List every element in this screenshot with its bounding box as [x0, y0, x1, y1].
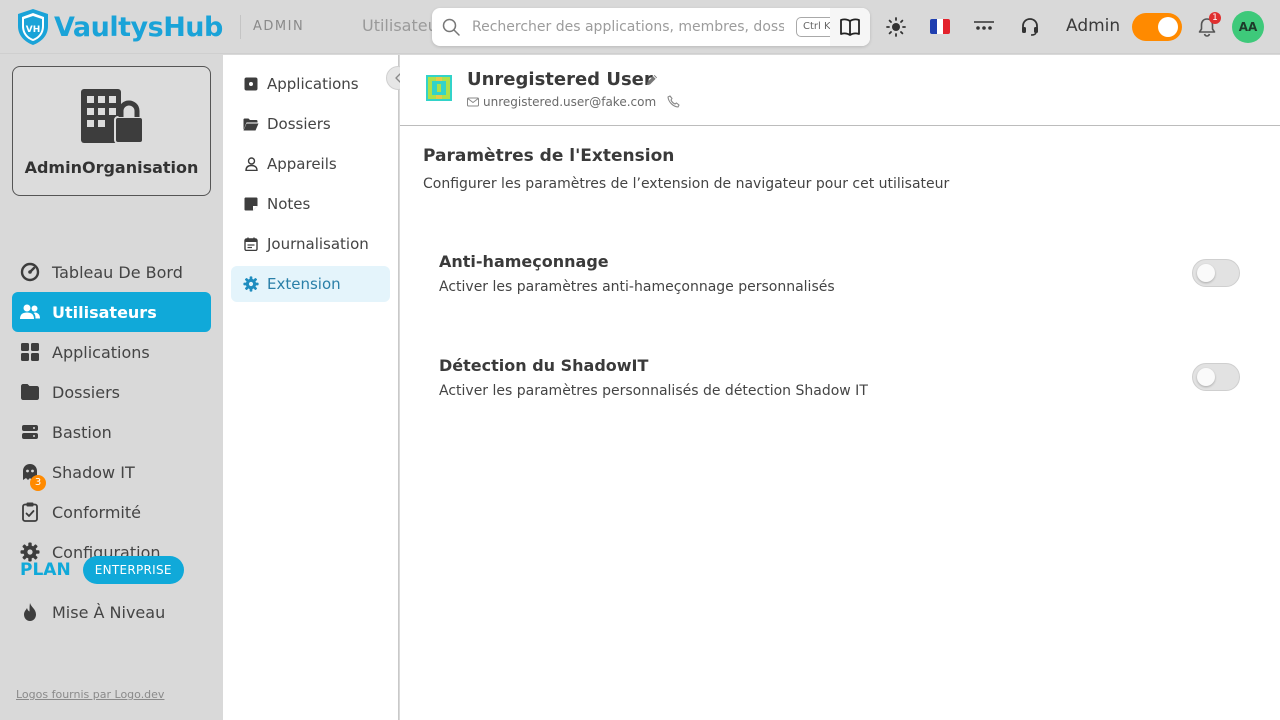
top-header: VH VaultysHub ADMIN Utilisateurs Ctrl K — [0, 0, 1280, 54]
nav-item-dashboard[interactable]: Tableau De Bord — [12, 252, 211, 292]
mail-icon — [467, 97, 479, 107]
nav-label: Dossiers — [52, 382, 120, 402]
grid-icon — [21, 343, 39, 361]
building-lock-icon — [81, 89, 144, 144]
svg-text:VH: VH — [26, 25, 41, 35]
nav-item-bastion[interactable]: Bastion — [12, 412, 211, 452]
nav-item-compliance[interactable]: Conformité — [12, 492, 211, 532]
shadow-it-count-badge: 3 — [30, 475, 46, 491]
subnav-item-extension[interactable]: Extension — [231, 266, 390, 302]
nav-label: Shadow IT — [52, 462, 135, 482]
nav-label: Bastion — [52, 422, 112, 442]
nav-item-upgrade[interactable]: Mise À Niveau — [12, 592, 211, 632]
nav-label: Applications — [52, 342, 150, 362]
setting-title: Anti-hameçonnage — [439, 252, 609, 271]
user-identicon — [426, 75, 452, 101]
setting-shadow-it-detection: Détection du ShadowIT Activer les paramè… — [439, 356, 1240, 408]
nav-item-folders[interactable]: Dossiers — [12, 372, 211, 412]
note-icon — [244, 197, 258, 211]
organization-name: AdminOrganisation — [24, 158, 199, 177]
admin-tag: ADMIN — [253, 19, 305, 34]
shadow-it-detection-toggle[interactable] — [1192, 363, 1240, 391]
book-icon — [840, 18, 860, 36]
shield-logo-icon: VH — [18, 9, 48, 45]
current-role-label: Admin — [1066, 16, 1121, 36]
nav-item-shadow-it[interactable]: Shadow IT 3 — [12, 452, 211, 492]
anti-phishing-toggle[interactable] — [1192, 259, 1240, 287]
logo-credit-link[interactable]: Logos fournis par Logo.dev — [16, 688, 164, 701]
app-square-icon — [244, 77, 258, 91]
folder-icon — [21, 384, 39, 400]
app-logo[interactable]: VH VaultysHub — [16, 8, 223, 46]
gear-icon — [243, 276, 259, 292]
nav-label: Mise À Niveau — [52, 602, 166, 622]
calendar-icon — [244, 237, 258, 251]
subnav-item-folders[interactable]: Dossiers — [231, 106, 390, 142]
nav-label: Conformité — [52, 502, 141, 522]
gauge-icon — [20, 262, 40, 282]
subnav-label: Dossiers — [267, 115, 331, 133]
french-flag-icon[interactable] — [930, 19, 950, 34]
setting-description: Activer les paramètres personnalisés de … — [439, 383, 868, 399]
sun-icon — [886, 17, 906, 37]
search-input[interactable] — [472, 17, 784, 37]
flame-icon — [24, 603, 36, 621]
nav-item-users[interactable]: Utilisateurs — [12, 292, 211, 332]
search-icon — [442, 18, 460, 36]
subnav-label: Applications — [267, 75, 359, 93]
search-bar[interactable]: Ctrl K — [432, 8, 870, 46]
theme-toggle-button[interactable] — [885, 16, 907, 38]
nav-label: Tableau De Bord — [52, 262, 183, 282]
main-nav: Tableau De Bord Utilisateurs Application… — [12, 252, 211, 572]
nav-item-applications[interactable]: Applications — [12, 332, 211, 372]
user-subnav: Applications Dossiers Appareils Notes Jo… — [223, 55, 399, 720]
section-description: Configurer les paramètres de l’extension… — [423, 176, 950, 192]
support-button[interactable] — [1019, 16, 1041, 38]
setting-description: Activer les paramètres anti-hameçonnage … — [439, 279, 835, 295]
main-sidebar: AdminOrganisation Tableau De Bord Utilis… — [0, 55, 223, 720]
password-dots-icon — [974, 21, 994, 30]
setting-title: Détection du ShadowIT — [439, 356, 649, 375]
upgrade-item: Mise À Niveau — [12, 592, 211, 632]
phone-icon[interactable] — [667, 95, 680, 108]
section-title: Paramètres de l'Extension — [423, 146, 675, 166]
subnav-item-logging[interactable]: Journalisation — [231, 226, 390, 262]
plan-info: PLAN ENTERPRISE — [20, 556, 184, 584]
clipboard-check-icon — [22, 502, 38, 522]
subnav-item-applications[interactable]: Applications — [231, 66, 390, 102]
main-content: Unregistered User unregistered.user@fake… — [400, 55, 1280, 720]
notification-count-badge: 1 — [1209, 12, 1221, 24]
subnav-list: Applications Dossiers Appareils Notes Jo… — [231, 66, 390, 306]
subnav-label: Notes — [267, 195, 311, 213]
folder-open-icon — [243, 118, 259, 130]
user-name: Unregistered User — [467, 69, 653, 90]
subnav-label: Journalisation — [267, 235, 369, 253]
subnav-label: Extension — [267, 275, 341, 293]
user-avatar[interactable]: AA — [1232, 11, 1264, 43]
user-header: Unregistered User unregistered.user@fake… — [400, 55, 1280, 126]
person-icon — [244, 157, 258, 171]
users-icon — [20, 304, 40, 319]
user-email: unregistered.user@fake.com — [483, 95, 657, 109]
plan-badge: ENTERPRISE — [82, 556, 184, 584]
organization-card[interactable]: AdminOrganisation — [12, 66, 211, 196]
admin-mode-toggle[interactable] — [1132, 13, 1182, 41]
setting-anti-phishing: Anti-hameçonnage Activer les paramètres … — [439, 252, 1240, 304]
subnav-item-notes[interactable]: Notes — [231, 186, 390, 222]
app-name: VaultysHub — [54, 11, 223, 43]
nav-label: Utilisateurs — [52, 302, 157, 322]
headset-icon — [1022, 18, 1038, 36]
plan-label: PLAN — [20, 560, 71, 580]
subnav-item-devices[interactable]: Appareils — [231, 146, 390, 182]
header-divider — [240, 15, 241, 39]
subnav-label: Appareils — [267, 155, 337, 173]
pencil-icon[interactable] — [645, 73, 659, 87]
documentation-button[interactable] — [830, 8, 870, 46]
password-button[interactable] — [973, 16, 995, 38]
server-icon — [22, 425, 38, 439]
